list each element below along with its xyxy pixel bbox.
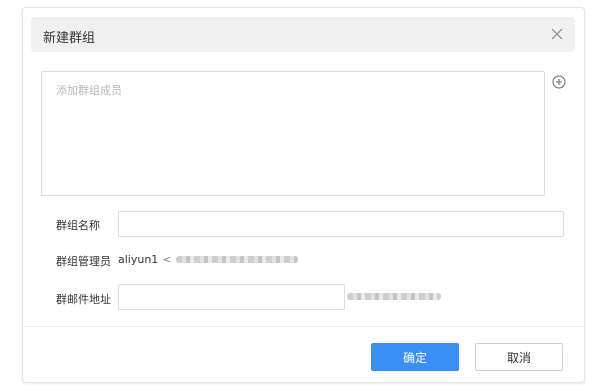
admin-email-open-bracket: < (162, 253, 172, 266)
group-name-label: 群组名称 (56, 219, 100, 232)
members-textarea[interactable]: 添加群组成员 (41, 71, 545, 196)
cancel-button[interactable]: 取消 (475, 343, 563, 371)
plus-circle-icon[interactable] (552, 74, 566, 89)
new-group-dialog: 新建群组 添加群组成员 群组名称 群组管理员 aliyun1 < 群邮件地址 确… (22, 7, 585, 383)
group-email-input[interactable] (118, 284, 345, 310)
close-icon[interactable] (549, 26, 565, 42)
confirm-button[interactable]: 确定 (371, 343, 459, 371)
dialog-header: 新建群组 (31, 17, 575, 52)
dialog-title: 新建群组 (43, 31, 96, 46)
footer-divider (23, 326, 584, 327)
admin-username: aliyun1 (118, 253, 159, 266)
admin-label: 群组管理员 (56, 255, 111, 268)
redacted-email-domain (347, 293, 441, 300)
members-placeholder: 添加群组成员 (56, 84, 122, 97)
group-name-input[interactable] (118, 211, 564, 237)
redacted-admin-email (175, 256, 298, 263)
admin-value: aliyun1 < (118, 253, 298, 266)
group-email-label: 群邮件地址 (56, 293, 111, 306)
